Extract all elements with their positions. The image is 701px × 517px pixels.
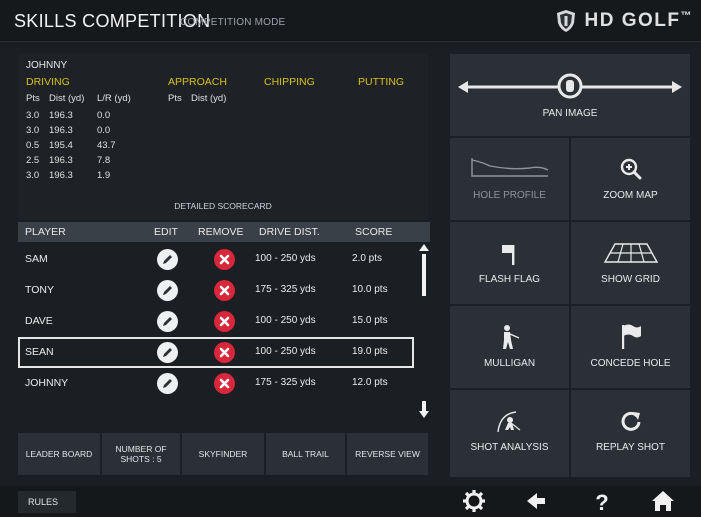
shot-analysis-icon <box>497 411 521 433</box>
top-bar: SKILLS COMPETITION COMPETITION MODE HD G… <box>0 0 701 42</box>
pan-image-button[interactable]: PAN IMAGE <box>450 54 690 136</box>
remove-x-icon[interactable] <box>214 373 235 394</box>
skyfinder-button[interactable]: SKYFINDER <box>182 433 264 475</box>
col-lr: L/R (yd) <box>97 93 131 104</box>
hole-profile-icon <box>471 158 549 177</box>
detailed-scorecard-button[interactable]: DETAILED SCORECARD <box>18 201 428 211</box>
svg-text:?: ? <box>595 490 608 514</box>
shield-logo-icon <box>556 10 575 32</box>
scorecard-player-name: JOHNNY <box>26 60 68 71</box>
drive-distance: 100 - 250 yds <box>255 315 316 326</box>
waving-flag-icon <box>622 324 641 349</box>
category-approach: APPROACH <box>168 76 227 88</box>
concede-hole-button[interactable]: CONCEDE HOLE <box>571 306 690 388</box>
pan-image-label: PAN IMAGE <box>542 108 598 119</box>
number-of-shots-button[interactable]: NUMBER OF SHOTS : 5 <box>102 433 180 475</box>
player-name: SAM <box>25 253 48 265</box>
mode-label: COMPETITION MODE <box>180 17 286 28</box>
flag-icon <box>502 245 515 265</box>
replay-icon <box>621 411 641 431</box>
category-chipping: CHIPPING <box>264 76 315 88</box>
rules-button[interactable]: RULES <box>18 491 76 513</box>
col-pts: Pts <box>26 93 40 104</box>
hd-golf-logo: HD GOLF™ <box>555 8 694 34</box>
leader-board-button[interactable]: LEADER BOARD <box>18 433 100 475</box>
gear-icon[interactable] <box>460 488 488 514</box>
back-arrow-icon[interactable] <box>522 488 550 514</box>
players-table: PLAYER EDIT REMOVE DRIVE DIST. SCORE SAM… <box>18 222 430 418</box>
scrollbar[interactable] <box>418 244 430 418</box>
player-row[interactable]: TONY 175 - 325 yds 10.0 pts <box>18 275 414 306</box>
player-row[interactable]: DAVE 100 - 250 yds 15.0 pts <box>18 306 414 337</box>
ball-trail-button[interactable]: BALL TRAIL <box>266 433 345 475</box>
pan-arrows-icon <box>458 73 682 99</box>
scroll-down-arrow-icon <box>419 411 429 418</box>
replay-shot-button[interactable]: REPLAY SHOT <box>571 390 690 477</box>
remove-x-icon[interactable] <box>214 342 235 363</box>
header-remove: REMOVE <box>198 226 244 238</box>
player-score: 19.0 pts <box>352 346 388 357</box>
mulligan-label: MULLIGAN <box>483 358 536 369</box>
logo-text: HD GOLF™ <box>584 10 693 31</box>
player-name: TONY <box>25 284 54 296</box>
player-score: 12.0 pts <box>352 377 388 388</box>
col-dist: Dist (yd) <box>49 93 85 104</box>
show-grid-button[interactable]: SHOW GRID <box>571 222 690 304</box>
player-score: 10.0 pts <box>352 284 388 295</box>
flash-flag-button[interactable]: FLASH FLAG <box>450 222 569 304</box>
hole-profile-button[interactable]: HOLE PROFILE <box>450 138 569 220</box>
approach-col-pts: Pts <box>168 93 182 104</box>
edit-pencil-icon[interactable] <box>157 280 178 301</box>
player-name: SEAN <box>25 346 54 358</box>
concede-hole-label: CONCEDE HOLE <box>590 358 671 369</box>
player-name: JOHNNY <box>25 377 69 389</box>
player-name: DAVE <box>25 315 53 327</box>
category-putting: PUTTING <box>358 76 405 88</box>
number-of-shots-value: SHOTS : 5 <box>120 454 162 464</box>
remove-x-icon[interactable] <box>214 311 235 332</box>
drive-distance: 175 - 325 yds <box>255 377 316 388</box>
category-driving: DRIVING <box>26 76 70 88</box>
zoom-map-label: ZOOM MAP <box>603 190 658 201</box>
replay-shot-label: REPLAY SHOT <box>595 442 666 453</box>
home-icon[interactable] <box>649 488 677 514</box>
show-grid-label: SHOW GRID <box>601 274 660 285</box>
shot-analysis-label: SHOT ANALYSIS <box>470 442 549 453</box>
player-row[interactable]: SAM 100 - 250 yds 2.0 pts <box>18 244 414 275</box>
edit-pencil-icon[interactable] <box>157 249 178 270</box>
players-table-header: PLAYER EDIT REMOVE DRIVE DIST. SCORE <box>18 222 430 242</box>
drive-distance: 100 - 250 yds <box>255 346 316 357</box>
mulligan-button[interactable]: MULLIGAN <box>450 306 569 388</box>
zoom-map-button[interactable]: ZOOM MAP <box>571 138 690 220</box>
help-icon[interactable]: ? <box>588 488 616 514</box>
approach-col-dist: Dist (yd) <box>191 93 227 104</box>
remove-x-icon[interactable] <box>214 249 235 270</box>
hole-profile-label: HOLE PROFILE <box>473 190 546 201</box>
scorecard-summary: JOHNNY DRIVING APPROACH CHIPPING PUTTING… <box>18 54 428 220</box>
edit-pencil-icon[interactable] <box>157 311 178 332</box>
grid-icon <box>603 243 659 263</box>
drive-distance: 100 - 250 yds <box>255 253 316 264</box>
header-score: SCORE <box>355 226 393 238</box>
drive-distance: 175 - 325 yds <box>255 284 316 295</box>
edit-pencil-icon[interactable] <box>157 373 178 394</box>
edit-pencil-icon[interactable] <box>157 342 178 363</box>
player-score: 15.0 pts <box>352 315 388 326</box>
flash-flag-label: FLASH FLAG <box>478 274 541 285</box>
remove-x-icon[interactable] <box>214 280 235 301</box>
player-row-selected[interactable]: SEAN 100 - 250 yds 19.0 pts <box>18 337 414 368</box>
number-of-shots-label: NUMBER OF <box>115 443 167 454</box>
shot-analysis-button[interactable]: SHOT ANALYSIS <box>450 390 569 477</box>
header-player: PLAYER <box>25 226 66 238</box>
scroll-up-arrow-icon <box>419 244 429 251</box>
header-drive-dist: DRIVE DIST. <box>259 226 320 238</box>
header-edit: EDIT <box>154 226 178 238</box>
golfer-icon <box>503 325 520 349</box>
zoom-magnifier-icon <box>620 158 642 180</box>
player-row[interactable]: JOHNNY 175 - 325 yds 12.0 pts <box>18 368 414 399</box>
scroll-thumb <box>422 254 426 296</box>
player-score: 2.0 pts <box>352 253 383 264</box>
reverse-view-button[interactable]: REVERSE VIEW <box>347 433 428 475</box>
